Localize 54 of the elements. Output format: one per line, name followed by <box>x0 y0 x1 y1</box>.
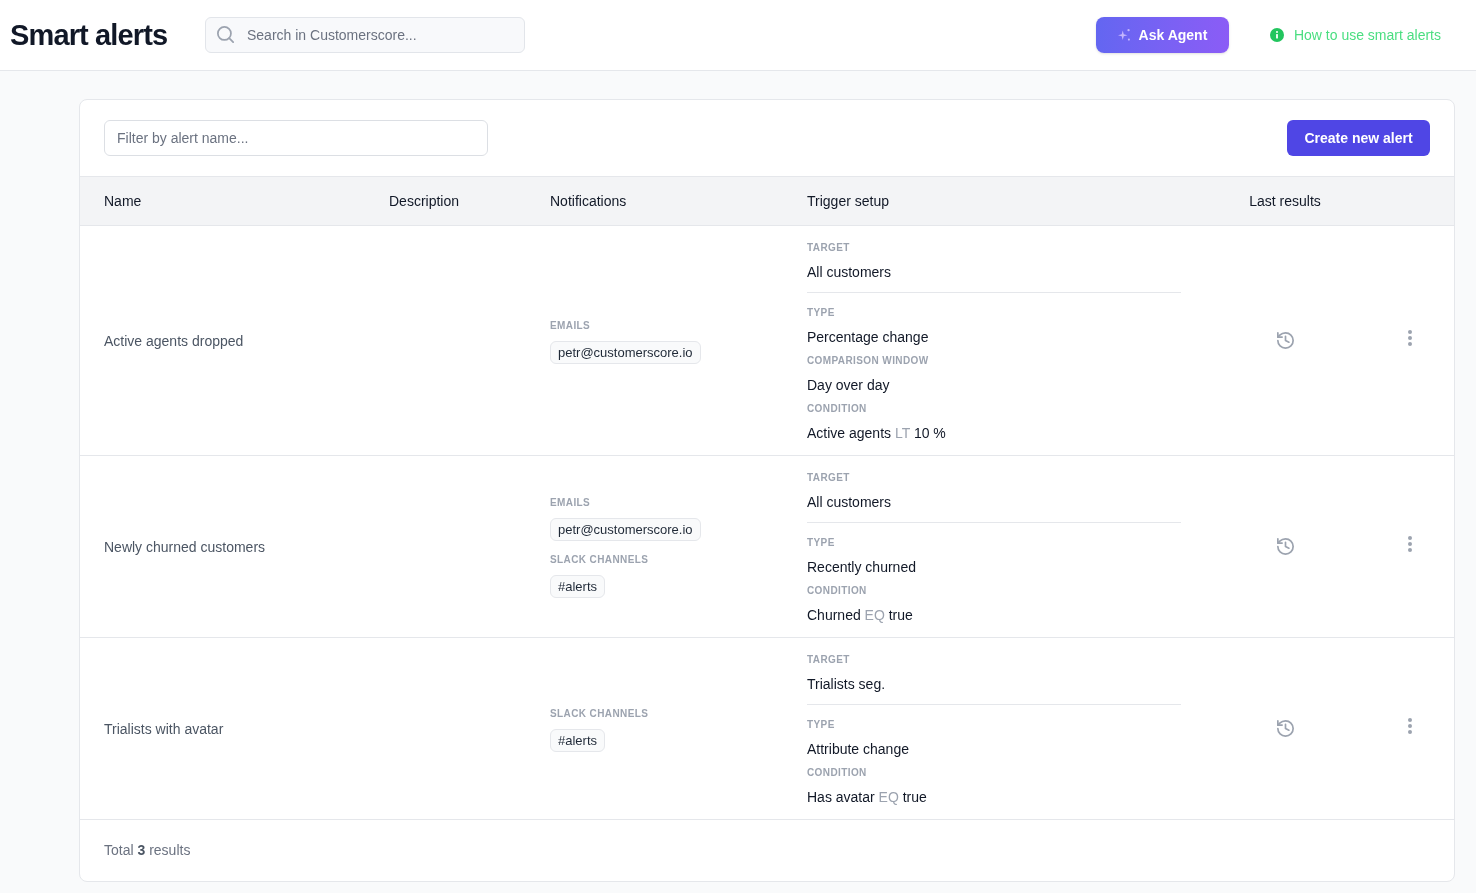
trigger-label: TYPE <box>807 536 835 550</box>
sparkle-icon <box>1117 29 1130 41</box>
ask-agent-button[interactable]: Ask Agent <box>1095 17 1229 53</box>
info-icon <box>1269 28 1284 42</box>
alert-name: Trialists with avatar <box>104 720 224 737</box>
column-header: Name <box>104 191 142 211</box>
last-results-button[interactable] <box>1274 718 1296 739</box>
condition-value: Churned EQ true <box>807 606 913 625</box>
trigger-value: Attribute change <box>807 740 909 759</box>
history-icon <box>1276 538 1294 555</box>
notification-label: SLACK CHANNELS <box>550 553 649 567</box>
search-field[interactable]: Search in Customerscore... <box>205 17 525 53</box>
column-header: Notifications <box>550 191 627 211</box>
trigger-label: TYPE <box>807 306 835 320</box>
results-count: Total 3 results <box>104 841 191 860</box>
kebab-menu-icon <box>1407 717 1412 734</box>
trigger-value: All customers <box>807 263 892 282</box>
trigger-value: Trialists seg. <box>807 675 886 694</box>
alert-name: Active agents dropped <box>104 332 244 349</box>
trigger-label: COMPARISON WINDOW <box>807 354 929 368</box>
filter-field[interactable]: Filter by alert name... <box>104 120 488 156</box>
trigger-value: Day over day <box>807 376 890 395</box>
notification-label: SLACK CHANNELS <box>550 706 649 721</box>
trigger-value: Recently churned <box>807 558 916 577</box>
recipient-tag: petr@customerscore.io <box>550 340 701 364</box>
condition-value: Active agents LT 10 % <box>807 424 946 443</box>
page-title: Smart alerts <box>10 18 168 53</box>
create-alert-button[interactable]: Create new alert <box>1287 120 1430 156</box>
column-header: Trigger setup <box>807 191 889 211</box>
trigger-label: TYPE <box>807 718 835 732</box>
trigger-label: TARGET <box>807 653 850 667</box>
history-icon <box>1276 720 1294 737</box>
notification-label: EMAILS <box>550 496 591 510</box>
search-icon <box>217 26 234 43</box>
history-icon <box>1276 332 1294 349</box>
trigger-label: CONDITION <box>807 402 867 416</box>
trigger-value: All customers <box>807 493 892 512</box>
recipient-tag: #alerts <box>550 728 606 752</box>
column-header: Description <box>389 191 460 211</box>
last-results-button[interactable] <box>1274 330 1296 351</box>
column-header: Last results <box>1249 191 1321 211</box>
trigger-label: CONDITION <box>807 584 867 598</box>
trigger-label: CONDITION <box>807 766 867 780</box>
last-results-button[interactable] <box>1274 536 1296 557</box>
recipient-tag: petr@customerscore.io <box>550 518 701 541</box>
notification-label: EMAILS <box>550 318 591 333</box>
recipient-tag: #alerts <box>550 575 606 598</box>
trigger-value: Percentage change <box>807 328 929 347</box>
condition-value: Has avatar EQ true <box>807 788 927 807</box>
kebab-menu-icon <box>1407 329 1412 346</box>
trigger-label: TARGET <box>807 471 850 485</box>
alert-name: Newly churned customers <box>104 538 266 555</box>
trigger-label: TARGET <box>807 241 850 255</box>
kebab-menu-icon <box>1407 535 1412 552</box>
